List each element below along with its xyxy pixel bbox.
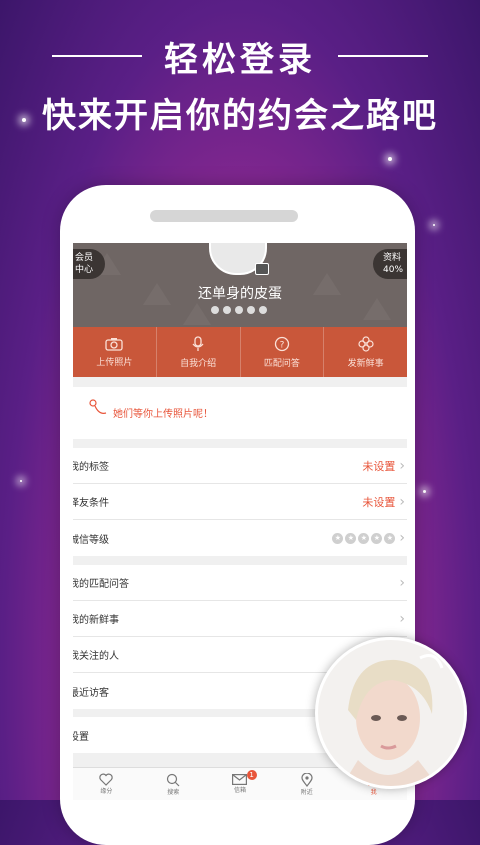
member-badge-line1: 会员 [75,253,94,263]
row-label: 最近访客 [73,687,109,699]
star-icon: ★ [345,532,357,544]
promo-subtitle: 快来开启你的约会之路吧 [42,96,438,136]
promo-title-row: 轻松登录 [0,34,480,80]
location-icon [301,772,313,787]
match-qa-button[interactable]: ? 匹配问答 [241,327,325,377]
action-bar: 上传照片 自我介绍 ? 匹配问答 发新鲜事 [73,327,407,377]
list-item-my-news[interactable]: 我的新鲜事 › [73,601,407,637]
star-icon: ★ [371,532,383,544]
post-news-button[interactable]: 发新鲜事 [324,327,407,377]
member-center-button[interactable]: 会员 中心 [73,249,105,279]
flower-icon [358,335,374,352]
unread-badge: 1 [246,770,257,780]
background-star [388,157,392,161]
profile-header: 会员 中心 还单身的皮蛋 资料 40% [73,243,407,327]
chevron-right-icon: › [399,457,405,474]
phone-speaker [150,210,298,222]
upload-photo-button[interactable]: 上传照片 [73,327,157,377]
chevron-right-icon: › [399,530,405,546]
question-icon: ? [274,336,290,351]
verification-icons [211,306,267,314]
action-label: 发新鲜事 [347,358,384,369]
chevron-right-icon: › [399,574,405,591]
action-label: 上传照片 [96,357,133,368]
curly-arrow-icon [89,399,107,414]
verify-icon [235,306,243,314]
verify-icon [259,306,267,314]
nickname: 还单身的皮蛋 [198,286,282,302]
profile-badge-line2: 40% [383,265,404,275]
nav-tab-mailbox[interactable]: 1 信箱 [207,768,274,800]
action-label: 匹配问答 [263,358,300,369]
chevron-right-icon: › [399,610,405,627]
nav-label: 搜索 [167,788,180,796]
list-item-my-tags[interactable]: 我的标签 未设置 › [73,448,407,484]
microphone-icon [192,335,204,351]
decorative-line [338,55,428,57]
nav-label: 信箱 [233,787,246,794]
background-star [423,490,426,493]
row-label: 设置 [73,731,89,743]
hint-text: 她们等你上传照片呢！ [113,409,213,420]
mail-icon [232,774,248,785]
star-icon: ★ [358,532,370,544]
profile-completion-button[interactable]: 资料 40% [373,249,407,279]
list-item-partner-criteria[interactable]: 择友条件 未设置 › [73,484,407,520]
verify-icon [211,306,219,314]
profile-settings-group: 我的标签 未设置 › 择友条件 未设置 › 诚信等级 ★ ★ ★ ★ ★ › [73,448,407,556]
decorative-line [52,55,142,57]
row-label: 我关注的人 [73,651,119,662]
background-star [20,480,22,482]
row-label: 择友条件 [73,498,109,509]
search-icon [167,773,180,786]
row-value: 未设置 [362,459,396,473]
member-badge-line2: 中心 [75,265,94,275]
upload-photo-hint[interactable]: 她们等你上传照片呢！ [73,387,407,439]
star-icon: ★ [332,532,344,544]
action-label: 自我介绍 [180,358,217,369]
background-star [433,224,435,226]
self-intro-button[interactable]: 自我介绍 [157,327,241,377]
row-value: 未设置 [362,495,396,509]
svg-text:?: ? [279,340,284,350]
row-label: 诚信等级 [73,534,109,546]
list-item-my-match-qa[interactable]: 我的匹配问答 › [73,565,407,601]
verify-icon [247,306,255,314]
credit-rating-stars: ★ ★ ★ ★ ★ [332,532,396,544]
list-item-credit-level[interactable]: 诚信等级 ★ ★ ★ ★ ★ › [73,520,407,556]
profile-badge-line1: 资料 [383,253,402,263]
nav-label: 我 [370,788,377,796]
model-photo [315,637,467,789]
row-label: 我的新鲜事 [73,615,119,626]
row-label: 我的匹配问答 [73,579,129,590]
nav-tab-search[interactable]: 搜索 [140,768,207,800]
nav-label: 缘分 [100,788,113,795]
star-icon: ★ [384,532,396,544]
promo-title: 轻松登录 [164,39,316,80]
camera-icon [105,337,124,351]
avatar-camera-icon[interactable] [255,263,269,275]
verify-icon [223,306,231,314]
chevron-right-icon: › [399,493,405,510]
model-portrait-image [318,640,464,786]
nav-label: 附近 [300,788,313,796]
row-label: 我的标签 [73,462,109,473]
nav-tab-nearby[interactable]: 附近 [273,768,340,800]
nav-tab-fate[interactable]: 缘分 [73,768,140,800]
heart-icon [99,773,114,786]
